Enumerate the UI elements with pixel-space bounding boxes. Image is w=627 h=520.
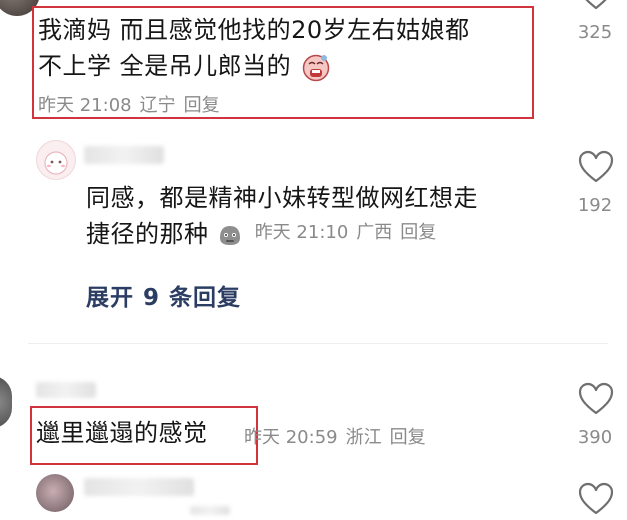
comment-line: 不上学 全是吊儿郎当的: [38, 48, 538, 84]
like-button[interactable]: [578, 382, 614, 416]
reply-button[interactable]: 回复: [390, 427, 426, 448]
comment-location: 辽宁: [139, 95, 176, 116]
reply-location: 广西: [356, 222, 393, 243]
username-redacted[interactable]: [84, 478, 194, 496]
like-button[interactable]: [578, 482, 614, 516]
reply-button[interactable]: 回复: [184, 95, 220, 116]
divider: [28, 343, 608, 344]
heart-icon: [578, 382, 614, 415]
like-count: 390: [577, 427, 613, 448]
reply-time: 昨天 21:10: [254, 222, 349, 243]
comment-line: 我滴妈 而且感觉他找的20岁左右姑娘都: [38, 16, 470, 44]
heart-icon: [585, 0, 607, 10]
comment-location: 浙江: [345, 427, 382, 448]
reply-button[interactable]: 回复: [400, 222, 436, 243]
username-redacted[interactable]: [36, 382, 96, 398]
reply-second-line: 捷径的那种 昨天 21:10 广西 回复: [86, 216, 444, 252]
avatar[interactable]: [36, 140, 76, 180]
reply-meta: 昨天 21:10 广西 回复: [255, 222, 445, 243]
comment-meta: 昨天 21:08 辽宁 回复: [38, 91, 228, 117]
reply-line: 捷径的那种: [86, 220, 209, 248]
username-redacted[interactable]: [84, 146, 164, 164]
comment-time: 昨天 20:59: [244, 427, 338, 448]
avatar[interactable]: [0, 376, 12, 428]
like-count: 192: [577, 195, 613, 216]
like-button[interactable]: [578, 0, 614, 12]
expand-replies-link[interactable]: 展开 9 条回复: [86, 278, 241, 312]
heart-icon: [578, 150, 614, 183]
comment-meta: 昨天 20:59 浙江 回复: [244, 423, 434, 449]
avatar[interactable]: [36, 474, 74, 512]
gray-face-emoji-icon: [216, 220, 244, 248]
comment-time: 昨天 21:08: [38, 95, 132, 116]
reply-text-redacted: [190, 506, 230, 515]
heart-icon: [578, 482, 614, 515]
crying-face-emoji-icon: [301, 52, 331, 82]
like-button[interactable]: [578, 150, 614, 184]
comment-text[interactable]: 邋里邋遢的感觉: [36, 415, 208, 451]
comment-text[interactable]: 我滴妈 而且感觉他找的20岁左右姑娘都 不上学 全是吊儿郎当的: [38, 12, 538, 84]
reply-text[interactable]: 同感，都是精神小妹转型做网红想走: [86, 180, 556, 216]
comment-line-text: 不上学 全是吊儿郎当的: [38, 52, 292, 80]
reply-line: 同感，都是精神小妹转型做网红想走: [86, 184, 478, 212]
like-count: 325: [577, 22, 613, 43]
